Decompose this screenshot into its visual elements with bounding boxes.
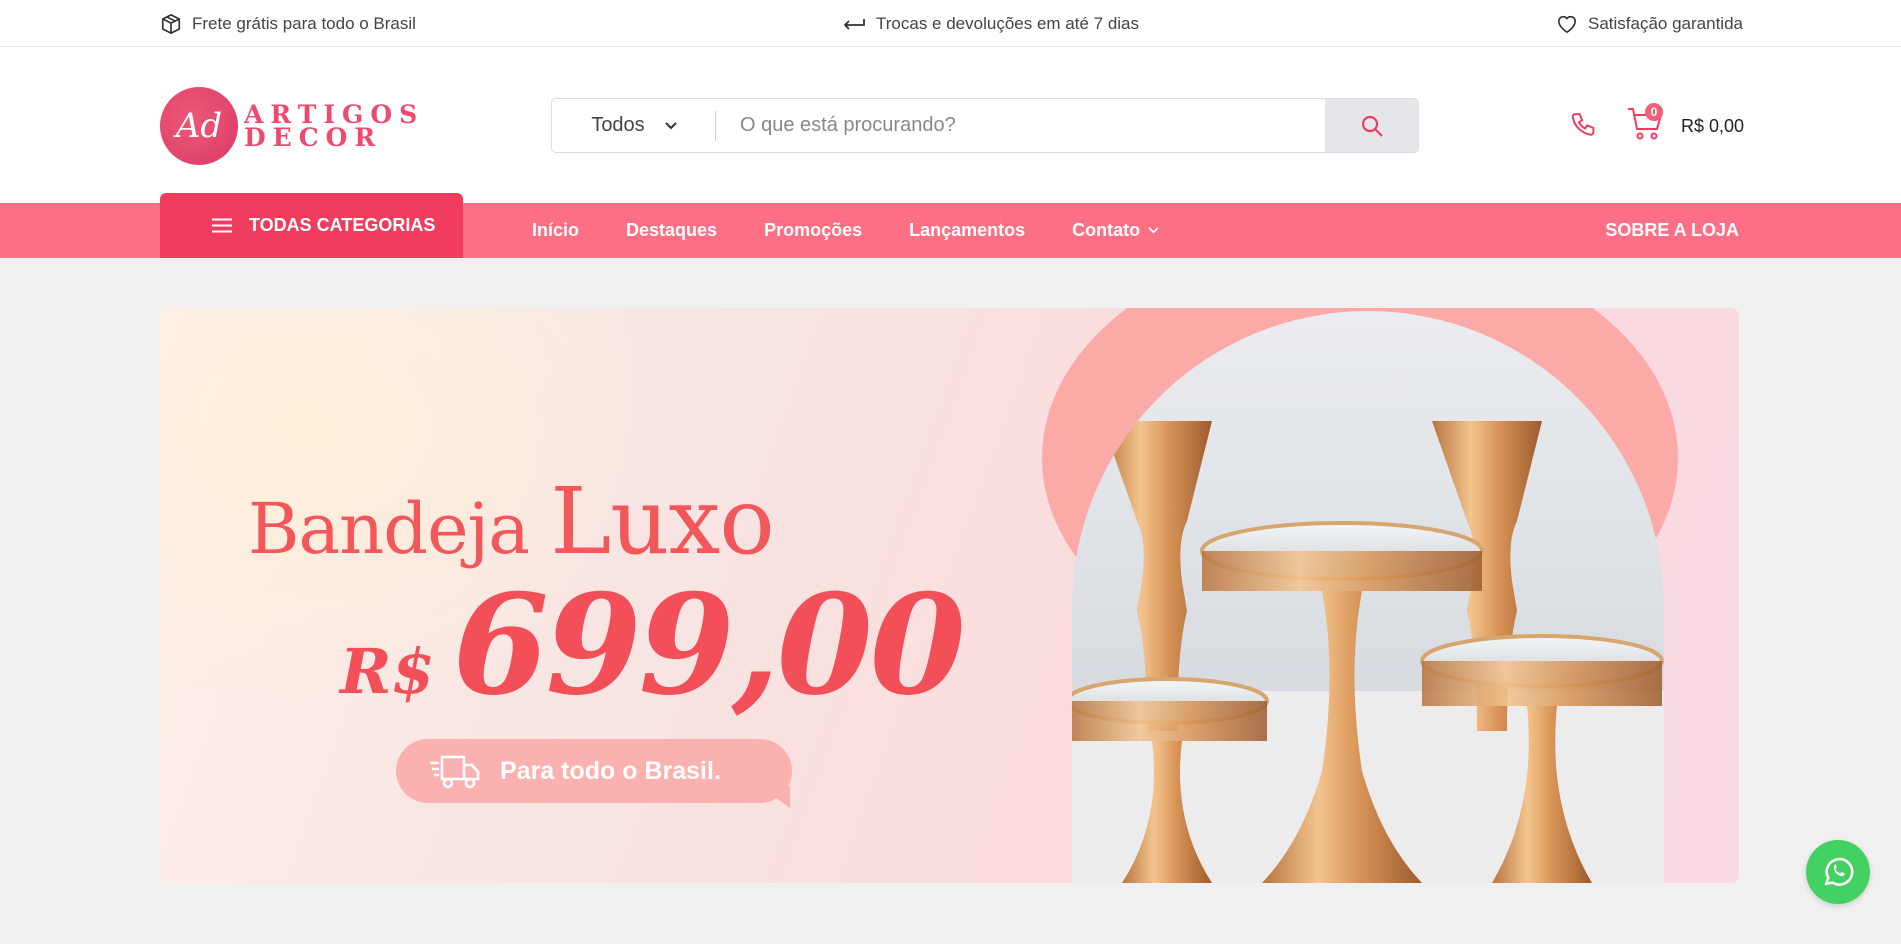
phone-icon — [1571, 113, 1595, 136]
return-arrow-icon — [843, 18, 865, 30]
satisfaction-text: Satisfação garantida — [1588, 13, 1743, 33]
header: Ad ARTIGOS DECOR Todos 0 — [0, 47, 1901, 203]
logo-text: ARTIGOS DECOR — [244, 102, 424, 152]
phone-button[interactable] — [1569, 111, 1599, 146]
nav-links: Início Destaques Promoções Lançamentos C… — [532, 203, 1159, 258]
all-categories-label: TODAS CATEGORIAS — [249, 215, 436, 235]
hero-banner[interactable]: Bandeja Luxo R$ 699,00 Para todo o Brasi… — [160, 308, 1739, 883]
nav-link-inicio[interactable]: Início — [532, 220, 579, 241]
shipping-pill: Para todo o Brasil. — [396, 739, 792, 803]
category-select-value: Todos — [591, 114, 645, 136]
product-photo-illustration — [1072, 421, 1664, 883]
cart-total[interactable]: R$ 0,00 — [1681, 116, 1744, 136]
shipping-info: Frete grátis para todo o Brasil — [160, 0, 416, 47]
whatsapp-button[interactable] — [1806, 840, 1870, 904]
banner-title: Bandeja Luxo — [248, 468, 775, 575]
product-image — [1072, 311, 1664, 883]
info-bar: Frete grátis para todo o Brasil Trocas e… — [0, 0, 1901, 47]
logo[interactable]: Ad ARTIGOS DECOR — [160, 87, 424, 165]
nav-link-contato[interactable]: Contato — [1072, 220, 1159, 241]
shipping-pill-text: Para todo o Brasil. — [500, 756, 721, 785]
menu-icon — [212, 218, 232, 233]
chevron-down-icon — [1148, 227, 1159, 234]
banner-price-value: 699,00 — [452, 563, 966, 726]
nav-link-destaques[interactable]: Destaques — [626, 220, 717, 241]
search-icon — [1361, 115, 1383, 137]
banner-title-word2: Luxo — [550, 468, 775, 575]
logo-line-2: DECOR — [244, 123, 383, 152]
satisfaction-info: Satisfação garantida — [1556, 0, 1743, 47]
banner-price: R$ 699,00 — [340, 563, 966, 726]
logo-mark: Ad — [160, 87, 238, 165]
banner-currency: R$ — [340, 635, 435, 708]
category-select[interactable]: Todos — [552, 99, 716, 152]
whatsapp-icon — [1824, 857, 1854, 886]
nav-link-contato-label: Contato — [1072, 220, 1141, 240]
search-input[interactable] — [716, 99, 1325, 152]
returns-text: Trocas e devoluções em até 7 dias — [876, 13, 1140, 33]
all-categories-button[interactable]: TODAS CATEGORIAS — [160, 193, 463, 258]
about-store-link[interactable]: SOBRE A LOJA — [1605, 203, 1739, 258]
returns-info: Trocas e devoluções em até 7 dias — [842, 0, 1139, 47]
heart-icon — [1557, 15, 1577, 33]
chevron-down-icon — [664, 121, 677, 129]
nav-link-promocoes[interactable]: Promoções — [764, 220, 862, 241]
shipping-text: Frete grátis para todo o Brasil — [192, 13, 416, 33]
search-button[interactable] — [1325, 99, 1418, 152]
nav-link-lancamentos[interactable]: Lançamentos — [909, 220, 1025, 241]
box-icon — [161, 13, 181, 34]
banner-title-word1: Bandeja — [248, 488, 530, 570]
search-bar: Todos — [551, 98, 1419, 153]
delivery-truck-icon — [430, 755, 480, 789]
cart-count-badge: 0 — [1645, 103, 1663, 121]
